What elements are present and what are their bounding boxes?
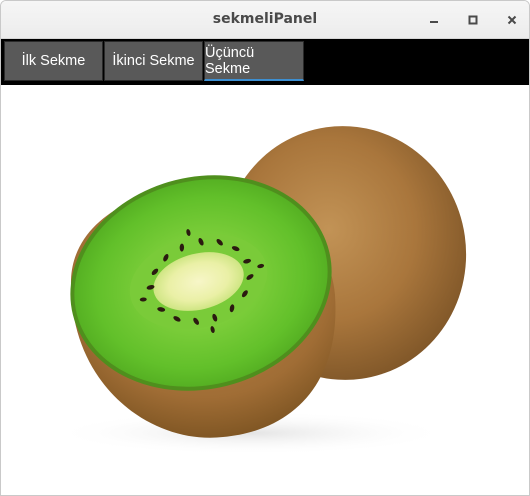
minimize-button[interactable] [424, 10, 444, 30]
kiwi-image [51, 126, 467, 455]
app-window: sekmeliPanel İlk Sekme İkinci Sekme Üçün… [0, 0, 530, 496]
maximize-button[interactable] [463, 10, 483, 30]
close-button[interactable] [502, 10, 522, 30]
tab-ikinci-sekme[interactable]: İkinci Sekme [104, 41, 203, 81]
tab-bar: İlk Sekme İkinci Sekme Üçüncü Sekme [1, 39, 529, 85]
tab-ilk-sekme[interactable]: İlk Sekme [4, 41, 103, 81]
tab-ucuncu-sekme[interactable]: Üçüncü Sekme [204, 41, 304, 81]
tab-content-panel [1, 85, 529, 495]
close-icon [507, 15, 517, 25]
window-title: sekmeliPanel [212, 11, 318, 27]
minimize-icon [430, 21, 438, 23]
maximize-icon [468, 15, 478, 25]
title-bar[interactable]: sekmeliPanel [1, 1, 529, 39]
